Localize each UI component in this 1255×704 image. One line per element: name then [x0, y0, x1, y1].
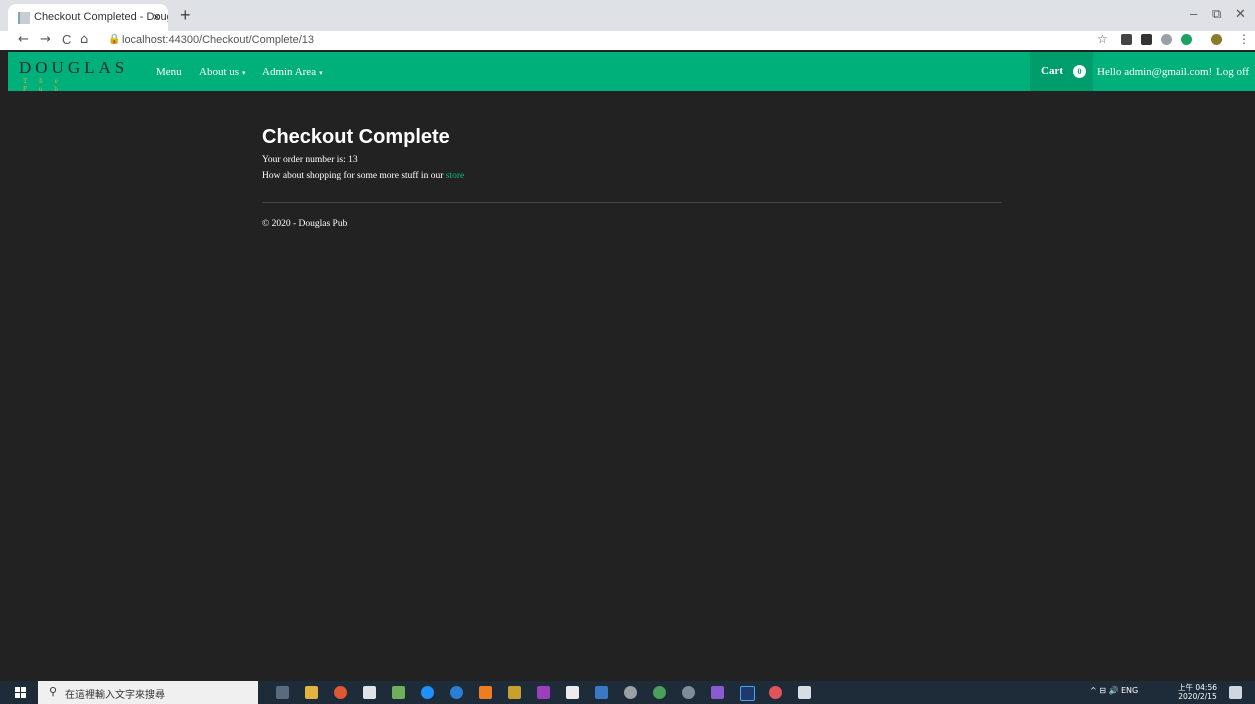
extension-icon-1[interactable] — [1121, 34, 1132, 45]
reload-button[interactable]: C — [62, 32, 71, 47]
restore-button[interactable]: ⧉ — [1212, 6, 1221, 22]
browser-toolbar: ← → C ⌂ 🔒 localhost:44300/Checkout/Compl… — [0, 31, 1255, 50]
photos-icon[interactable] — [798, 686, 811, 699]
brand-logo[interactable]: DOUGLAS The Pub — [19, 58, 129, 93]
browser-tab-bar: Checkout Completed - Dougla × + – ⧉ ✕ — [0, 0, 1255, 31]
task-view-icon[interactable] — [276, 686, 289, 699]
brand-name: DOUGLAS — [19, 58, 129, 77]
taskbar-search-box[interactable]: ⚲ 在這裡輸入文字來搜尋 — [38, 681, 258, 704]
tab-close-icon[interactable]: × — [153, 10, 160, 24]
extension-icon-4[interactable] — [1181, 34, 1192, 45]
cart-button[interactable]: Cart 0 — [1030, 52, 1093, 91]
search-placeholder: 在這裡輸入文字來搜尋 — [65, 690, 165, 701]
url-text: localhost:44300/Checkout/Complete/13 — [122, 34, 315, 46]
clock-time: 上午 04:56 — [1178, 683, 1217, 692]
forward-button[interactable]: → — [40, 32, 51, 47]
bookmark-star-icon[interactable]: ☆ — [1097, 32, 1108, 46]
nav-about-label: About us — [199, 66, 240, 78]
cart-label: Cart — [1041, 65, 1063, 77]
content-divider — [262, 202, 1002, 203]
order-number-line: Your order number is: 13 — [262, 155, 1002, 165]
windows-start-icon[interactable] — [15, 687, 26, 698]
site-navbar: DOUGLAS The Pub Menu About us ▾ Admin Are… — [8, 52, 1255, 93]
new-tab-button[interactable]: + — [180, 5, 191, 26]
notification-center-icon[interactable] — [1229, 686, 1242, 699]
page-footer: © 2020 - Douglas Pub — [262, 219, 348, 229]
order-number-value: 13 — [348, 155, 358, 165]
app-icon-6[interactable] — [624, 686, 637, 699]
address-bar[interactable]: 🔒 localhost:44300/Checkout/Complete/13 — [96, 32, 1076, 49]
clock-date: 2020/2/15 — [1178, 692, 1217, 701]
close-window-button[interactable]: ✕ — [1235, 6, 1246, 22]
caret-down-icon: ▾ — [242, 69, 246, 77]
user-greeting-link[interactable]: Hello admin@gmail.com! — [1097, 66, 1212, 78]
mail-icon[interactable] — [363, 686, 376, 699]
app-icon-3[interactable] — [508, 686, 521, 699]
shop-more-line: How about shopping for some more stuff i… — [262, 171, 1002, 181]
tab-title: Checkout Completed - Dougla — [34, 11, 168, 23]
app-icon-5[interactable] — [595, 686, 608, 699]
nav-about-dropdown[interactable]: About us ▾ — [199, 66, 246, 78]
browser-menu-icon[interactable]: ⋮ — [1238, 32, 1250, 46]
home-button[interactable]: ⌂ — [80, 32, 88, 47]
store-icon[interactable] — [566, 686, 579, 699]
logoff-link[interactable]: Log off — [1216, 66, 1249, 78]
file-explorer-icon[interactable] — [305, 686, 318, 699]
maps-icon[interactable] — [769, 686, 782, 699]
store-link[interactable]: store — [446, 171, 464, 181]
back-button[interactable]: ← — [18, 32, 29, 47]
visual-studio-icon[interactable] — [711, 686, 724, 699]
browser-tab[interactable]: Checkout Completed - Dougla × — [8, 4, 168, 31]
app-icon-2[interactable] — [479, 686, 492, 699]
cart-count-badge: 0 — [1073, 65, 1086, 78]
photoshop-icon[interactable] — [740, 686, 755, 701]
search-icon: ⚲ — [49, 685, 58, 698]
system-tray[interactable]: ^ ⊟ 🔊 ENG — [1090, 686, 1138, 695]
lock-icon: 🔒 — [108, 34, 121, 45]
chrome-icon[interactable] — [334, 686, 347, 699]
nav-menu-link[interactable]: Menu — [156, 66, 182, 78]
taskbar-clock[interactable]: 上午 04:56 2020/2/15 — [1178, 683, 1217, 701]
app-icon-4[interactable] — [537, 686, 550, 699]
shop-more-text: How about shopping for some more stuff i… — [262, 171, 446, 181]
minimize-button[interactable]: – — [1190, 6, 1197, 21]
app-icon-1[interactable] — [392, 686, 405, 699]
page-favicon-icon — [18, 12, 30, 24]
page-title: Checkout Complete — [262, 126, 450, 148]
edge-icon[interactable] — [421, 686, 434, 699]
order-number-label: Your order number is: — [262, 155, 349, 165]
caret-down-icon: ▾ — [319, 69, 323, 77]
windows-taskbar: ⚲ 在這裡輸入文字來搜尋 ^ ⊟ 🔊 ENG 上午 04:56 2020/2/1… — [0, 681, 1255, 704]
nav-admin-label: Admin Area — [262, 66, 317, 78]
github-icon[interactable] — [682, 686, 695, 699]
extension-icon-2[interactable] — [1141, 34, 1152, 45]
brand-subtitle: The Pub — [23, 77, 70, 93]
nav-admin-dropdown[interactable]: Admin Area ▾ — [262, 66, 323, 78]
main-content: Checkout Complete Your order number is: … — [262, 126, 1002, 229]
ie-icon[interactable] — [450, 686, 463, 699]
app-icon-7[interactable] — [653, 686, 666, 699]
profile-avatar[interactable] — [1211, 34, 1222, 45]
extension-icon-3[interactable] — [1161, 34, 1172, 45]
